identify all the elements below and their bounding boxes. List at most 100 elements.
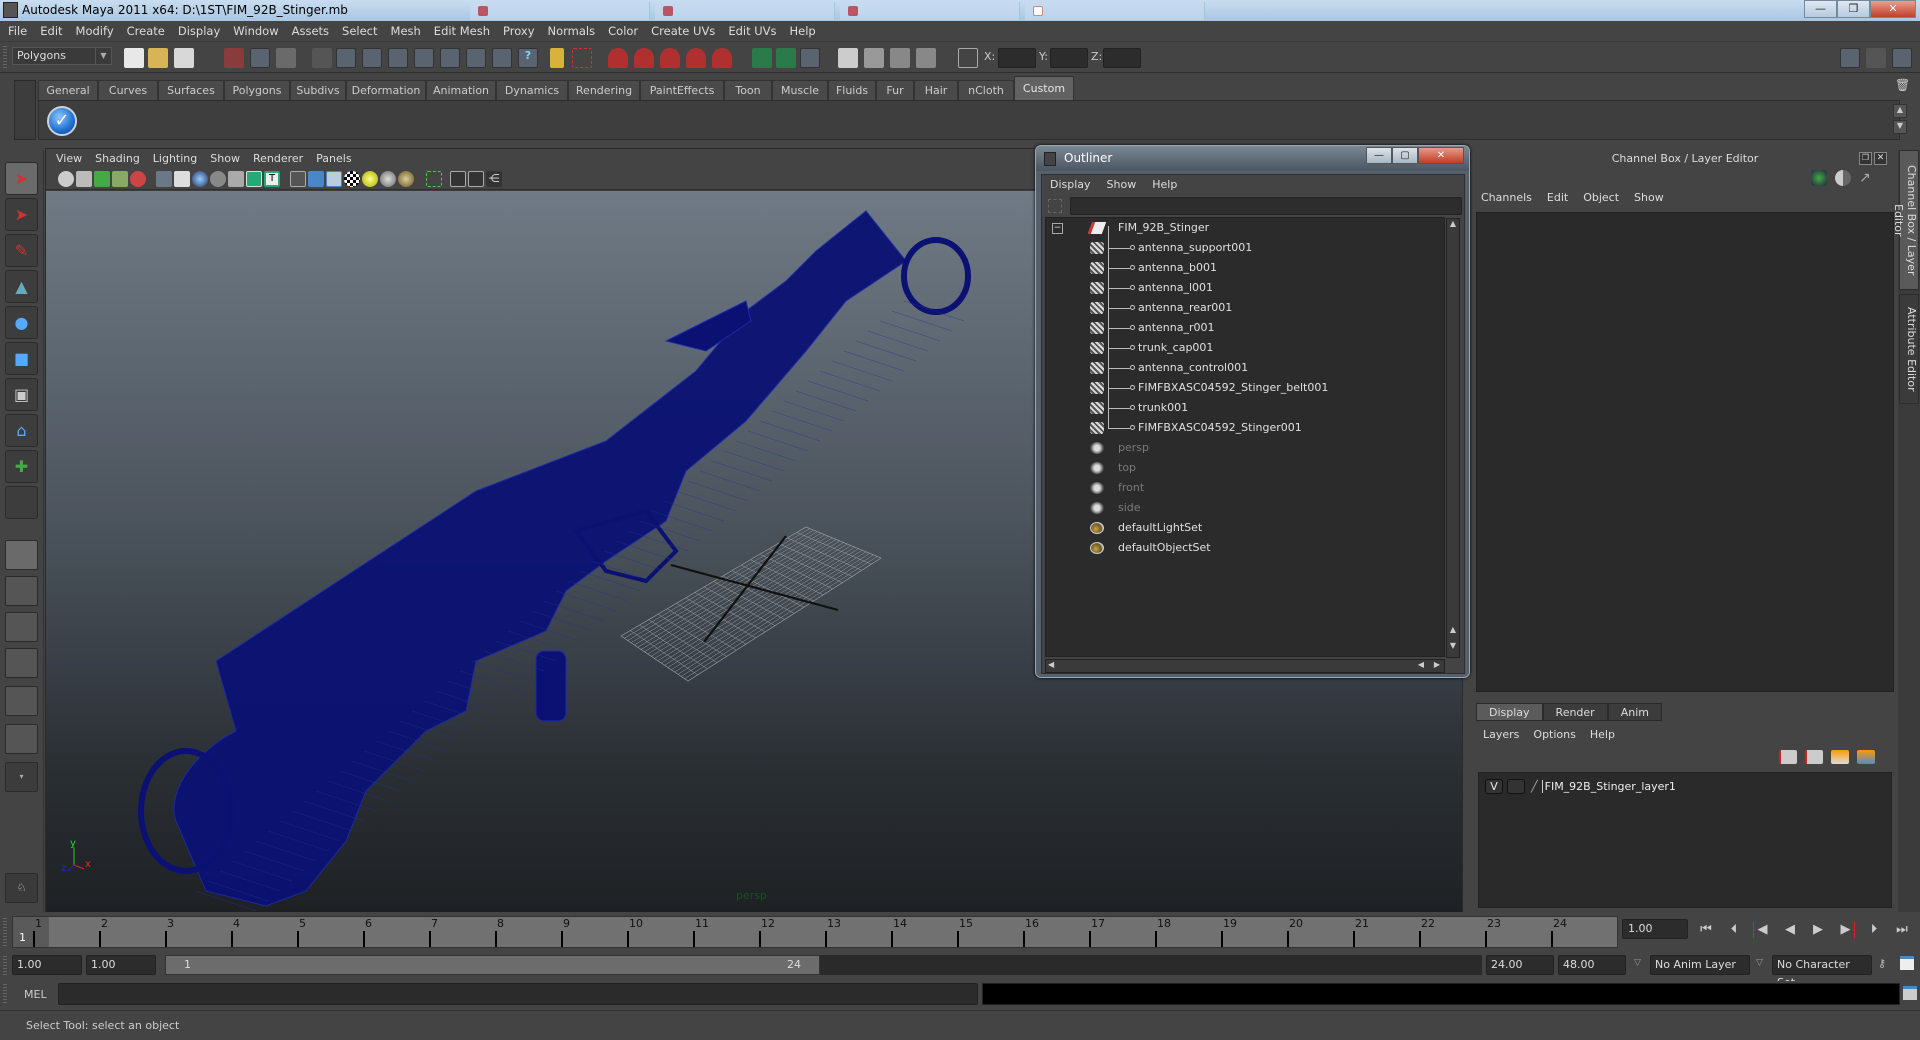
share-icon[interactable]: ⋲ — [486, 171, 502, 187]
restore-button[interactable]: ❐ — [1837, 0, 1870, 18]
drag-grip[interactable] — [3, 984, 7, 1004]
outliner-close-button[interactable]: ✕ — [1418, 147, 1464, 164]
command-language-label[interactable]: MEL — [24, 988, 47, 1001]
outliner-vertical-scrollbar[interactable]: ▲ ▲ ▼ — [1446, 218, 1460, 658]
output-connections-icon[interactable] — [776, 48, 796, 68]
shelf-tab-ncloth[interactable]: nCloth — [958, 80, 1014, 100]
z-coord-field[interactable] — [1103, 48, 1141, 68]
layer-visibility-toggle[interactable]: V — [1485, 778, 1503, 794]
select-by-object-type-icon[interactable] — [250, 48, 270, 68]
checkmark-icon[interactable]: ✓ — [47, 106, 77, 136]
close-panel-icon[interactable]: ✕ — [1874, 152, 1887, 165]
range-slider-track[interactable]: 1 24 — [165, 955, 1482, 975]
shelf-scroll-down[interactable]: ▼ — [1893, 120, 1907, 134]
outliner-menu-display[interactable]: Display — [1050, 178, 1091, 191]
menu-create-uvs[interactable]: Create UVs — [651, 24, 715, 38]
chevron-down-icon[interactable]: ▽ — [1756, 958, 1763, 968]
menu-edit-mesh[interactable]: Edit Mesh — [434, 24, 490, 38]
shelf-tab-fluids[interactable]: Fluids — [828, 80, 876, 100]
single-perspective-layout-icon[interactable] — [5, 540, 38, 570]
open-scene-icon[interactable] — [148, 48, 168, 68]
textured-icon[interactable] — [344, 171, 360, 187]
select-by-component-type-icon[interactable] — [276, 48, 296, 68]
outliner-horizontal-scrollbar[interactable]: ◀ ◀ ▶ — [1045, 659, 1445, 673]
film-gate-icon[interactable] — [174, 171, 190, 187]
scroll-left-arrow-icon[interactable]: ◀ — [1418, 660, 1424, 669]
step-back-key-icon[interactable]: ◀ — [1753, 922, 1771, 938]
slider-toggle-icon[interactable] — [1835, 170, 1851, 186]
outliner-title-bar[interactable]: Outliner — ▢ ✕ — [1036, 146, 1469, 171]
current-frame-field[interactable]: 1.00 — [1622, 919, 1688, 939]
outliner-mesh-item[interactable]: trunk_cap001 — [1046, 338, 1444, 358]
side-tab-attribute-editor[interactable]: Attribute Editor — [1899, 294, 1919, 404]
shelf-tab-custom[interactable]: Custom — [1014, 76, 1074, 100]
outliner-filter-input[interactable] — [1070, 197, 1462, 215]
select-tool-icon[interactable]: ➤ — [5, 162, 38, 195]
create-layer-from-selected-icon[interactable] — [1857, 750, 1875, 764]
layer-color-swatch[interactable]: ╱ — [1531, 780, 1538, 793]
persp-graph-hypergraph-layout-icon[interactable] — [5, 724, 38, 754]
select-misc-icon[interactable]: ? — [518, 48, 538, 68]
shelf-tab-hair[interactable]: Hair — [914, 80, 958, 100]
persp-graph-layout-icon[interactable] — [5, 648, 38, 678]
shelf-tab-muscle[interactable]: Muscle — [772, 80, 828, 100]
drag-grip[interactable] — [3, 956, 7, 976]
menu-help[interactable]: Help — [790, 24, 816, 38]
layer-name[interactable]: FIM_92B_Stinger_layer1 — [1541, 779, 1676, 793]
menu-file[interactable]: File — [8, 24, 27, 38]
channel-box-area[interactable] — [1476, 212, 1894, 692]
time-ruler[interactable]: 1 1 2 3 4 5 6 7 8 9 10 11 12 13 14 15 16 17 18 19 20 21 22 23 2… — [12, 916, 1618, 948]
background-browser-tab[interactable] — [470, 2, 650, 20]
shadows-icon[interactable] — [380, 171, 396, 187]
outliner-mesh-item[interactable]: trunk001 — [1046, 398, 1444, 418]
manipulator-axes-icon[interactable] — [1811, 170, 1827, 186]
layer-menu-layers[interactable]: Layers — [1483, 728, 1519, 741]
select-dynamics-icon[interactable] — [466, 48, 486, 68]
playback-start-field[interactable]: 1.00 — [86, 955, 156, 975]
menu-set-dropdown[interactable]: Polygons ▼ — [12, 47, 112, 65]
arrow-icon[interactable]: ↗ — [1859, 170, 1875, 186]
menu-proxy[interactable]: Proxy — [503, 24, 535, 38]
viewport-menu-show[interactable]: Show — [210, 152, 240, 165]
layer-tab-anim[interactable]: Anim — [1607, 703, 1662, 721]
channel-menu-show[interactable]: Show — [1634, 191, 1664, 204]
outliner-mesh-item[interactable]: antenna_b001 — [1046, 258, 1444, 278]
playback-end-field[interactable]: 24.00 — [1486, 955, 1554, 975]
shelf-scroll-up[interactable]: ▲ — [1893, 104, 1907, 118]
script-editor-icon[interactable] — [1903, 986, 1917, 1000]
move-tool-icon[interactable]: ▲ — [5, 270, 38, 303]
close-button[interactable]: ✕ — [1870, 0, 1916, 18]
viewport-menu-shading[interactable]: Shading — [95, 152, 140, 165]
safe-title-icon[interactable]: T — [264, 171, 280, 187]
shelf-tab-animation[interactable]: Animation — [426, 80, 496, 100]
xray-selection-icon[interactable] — [426, 171, 442, 187]
wireframe-on-shaded-icon[interactable] — [326, 171, 342, 187]
viewport-menu-lighting[interactable]: Lighting — [153, 152, 197, 165]
gate-mask-icon[interactable] — [210, 171, 226, 187]
grid-toggle-icon[interactable] — [156, 171, 172, 187]
filter-icon[interactable] — [1048, 199, 1062, 213]
play-backwards-icon[interactable]: ◀ — [1781, 922, 1799, 938]
input-connections-icon[interactable] — [752, 48, 772, 68]
four-view-layout-icon[interactable] — [5, 576, 38, 606]
menu-color[interactable]: Color — [608, 24, 638, 38]
outliner-root-item[interactable]: − FIM_92B_Stinger — [1046, 218, 1444, 238]
x-coord-field[interactable] — [998, 48, 1036, 68]
universal-manipulator-icon[interactable]: ▣ — [5, 378, 38, 411]
anim-layer-dropdown[interactable]: No Anim Layer — [1650, 955, 1750, 975]
layer-display-type-toggle[interactable] — [1507, 778, 1525, 794]
outliner-minimize-button[interactable]: — — [1366, 147, 1392, 164]
snap-to-curve-icon[interactable] — [634, 48, 654, 68]
shelf-tab-subdivs[interactable]: Subdivs — [290, 80, 346, 100]
select-handles-icon[interactable] — [336, 48, 356, 68]
background-browser-tab[interactable] — [655, 2, 835, 20]
menu-modify[interactable]: Modify — [76, 24, 114, 38]
step-forward-frame-icon[interactable]: ⏵ — [1865, 922, 1883, 938]
menu-edit[interactable]: Edit — [40, 24, 62, 38]
create-empty-layer-icon[interactable] — [1831, 750, 1849, 764]
layout-more-icon[interactable]: ▾ — [5, 762, 38, 792]
scroll-right-arrow-icon[interactable]: ▶ — [1434, 660, 1440, 669]
shelf-tab-rendering[interactable]: Rendering — [568, 80, 640, 100]
drag-grip[interactable] — [3, 918, 7, 946]
side-tab-channel-box[interactable]: Channel Box / Layer Editor — [1892, 150, 1919, 290]
